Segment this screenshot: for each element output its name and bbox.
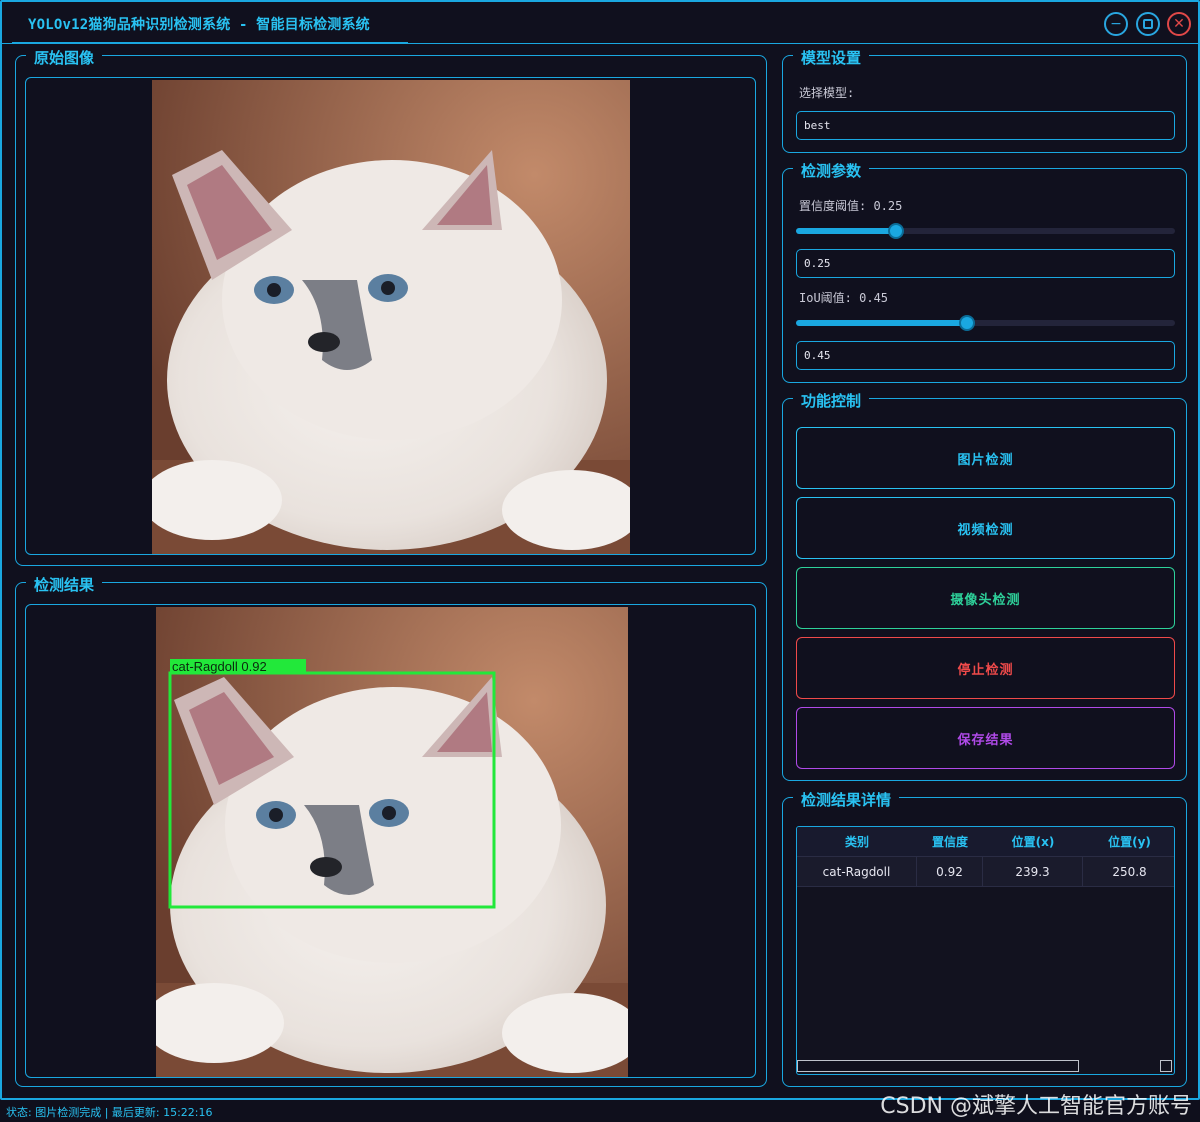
main-window: YOLOv12猫狗品种识别检测系统 - 智能目标检测系统 − ✕ 原始图像 检测… (0, 0, 1200, 1100)
original-image-title: 原始图像 (26, 47, 103, 68)
video-detect-button[interactable]: 视频检测 (796, 497, 1175, 559)
confidence-input[interactable]: 0.25 (796, 249, 1175, 278)
iou-label: IoU阈值: 0.45 (799, 291, 889, 305)
status-text: 状态: 图片检测完成 | 最后更新: 15:22:16 (6, 1106, 213, 1119)
save-result-button[interactable]: 保存结果 (796, 707, 1175, 769)
watermark: CSDN @斌擎人工智能官方账号 (880, 1094, 1192, 1119)
title-underline (12, 42, 408, 44)
confidence-slider[interactable] (796, 223, 1175, 239)
window-title: YOLOv12猫狗品种识别检测系统 - 智能目标检测系统 (28, 17, 370, 33)
confidence-label: 置信度阈值: 0.25 (799, 199, 903, 213)
title-bar[interactable]: YOLOv12猫狗品种识别检测系统 - 智能目标检测系统 − ✕ (2, 2, 1198, 44)
function-control-title: 功能控制 (793, 390, 870, 411)
camera-detect-button[interactable]: 摄像头检测 (796, 567, 1175, 629)
column-header-y[interactable]: 位置(y) (1083, 827, 1174, 857)
column-header-confidence[interactable]: 置信度 (917, 827, 983, 857)
detection-params-title: 检测参数 (793, 160, 870, 181)
detection-result-group: 检测结果 cat-Ragdoll 0.92 (15, 574, 767, 1087)
select-model-label: 选择模型: (799, 86, 855, 100)
detection-params-group: 检测参数 置信度阈值: 0.25 0.25 IoU阈值: 0.45 0.45 (782, 160, 1187, 383)
column-header-class[interactable]: 类别 (797, 827, 917, 857)
stop-detect-button[interactable]: 停止检测 (796, 637, 1175, 699)
image-detect-button[interactable]: 图片检测 (796, 427, 1175, 489)
model-settings-title: 模型设置 (793, 47, 870, 68)
result-table[interactable]: 类别 置信度 位置(x) 位置(y) cat-Ragdoll 0.92 239.… (796, 826, 1175, 1075)
iou-slider[interactable] (796, 315, 1175, 331)
minimize-icon[interactable]: − (1104, 12, 1128, 36)
scrollbar-corner (1160, 1060, 1172, 1072)
cell-class: cat-Ragdoll (797, 857, 917, 887)
result-image: cat-Ragdoll 0.92 (156, 607, 628, 1077)
detection-result-title: 检测结果 (26, 574, 103, 595)
original-image (152, 80, 630, 554)
cell-y: 250.8 (1112, 865, 1147, 879)
model-settings-group: 模型设置 选择模型: best (782, 47, 1187, 153)
function-control-group: 功能控制 图片检测 视频检测 摄像头检测 停止检测 保存结果 (782, 390, 1187, 781)
model-select[interactable]: best (796, 111, 1175, 140)
horizontal-scrollbar[interactable] (797, 1060, 1079, 1072)
iou-slider-handle[interactable] (959, 315, 975, 331)
iou-input[interactable]: 0.45 (796, 341, 1175, 370)
confidence-slider-handle[interactable] (888, 223, 904, 239)
iou-slider-fill (796, 320, 967, 326)
cell-x: 239.3 (983, 857, 1083, 887)
detection-result-frame: cat-Ragdoll 0.92 (25, 604, 756, 1078)
close-icon[interactable]: ✕ (1167, 12, 1191, 36)
result-details-title: 检测结果详情 (793, 789, 900, 810)
table-header: 类别 置信度 位置(x) 位置(y) (797, 827, 1174, 857)
original-image-group: 原始图像 (15, 47, 767, 566)
table-row[interactable]: cat-Ragdoll 0.92 239.3 250.8 (797, 857, 1174, 887)
original-image-frame (25, 77, 756, 555)
result-details-group: 检测结果详情 类别 置信度 位置(x) 位置(y) cat-Ragdoll 0.… (782, 789, 1187, 1087)
maximize-icon[interactable] (1136, 12, 1160, 36)
column-header-x[interactable]: 位置(x) (983, 827, 1083, 857)
cell-confidence: 0.92 (917, 857, 983, 887)
detection-box-label: cat-Ragdoll 0.92 (172, 659, 267, 674)
confidence-slider-fill (796, 228, 896, 234)
